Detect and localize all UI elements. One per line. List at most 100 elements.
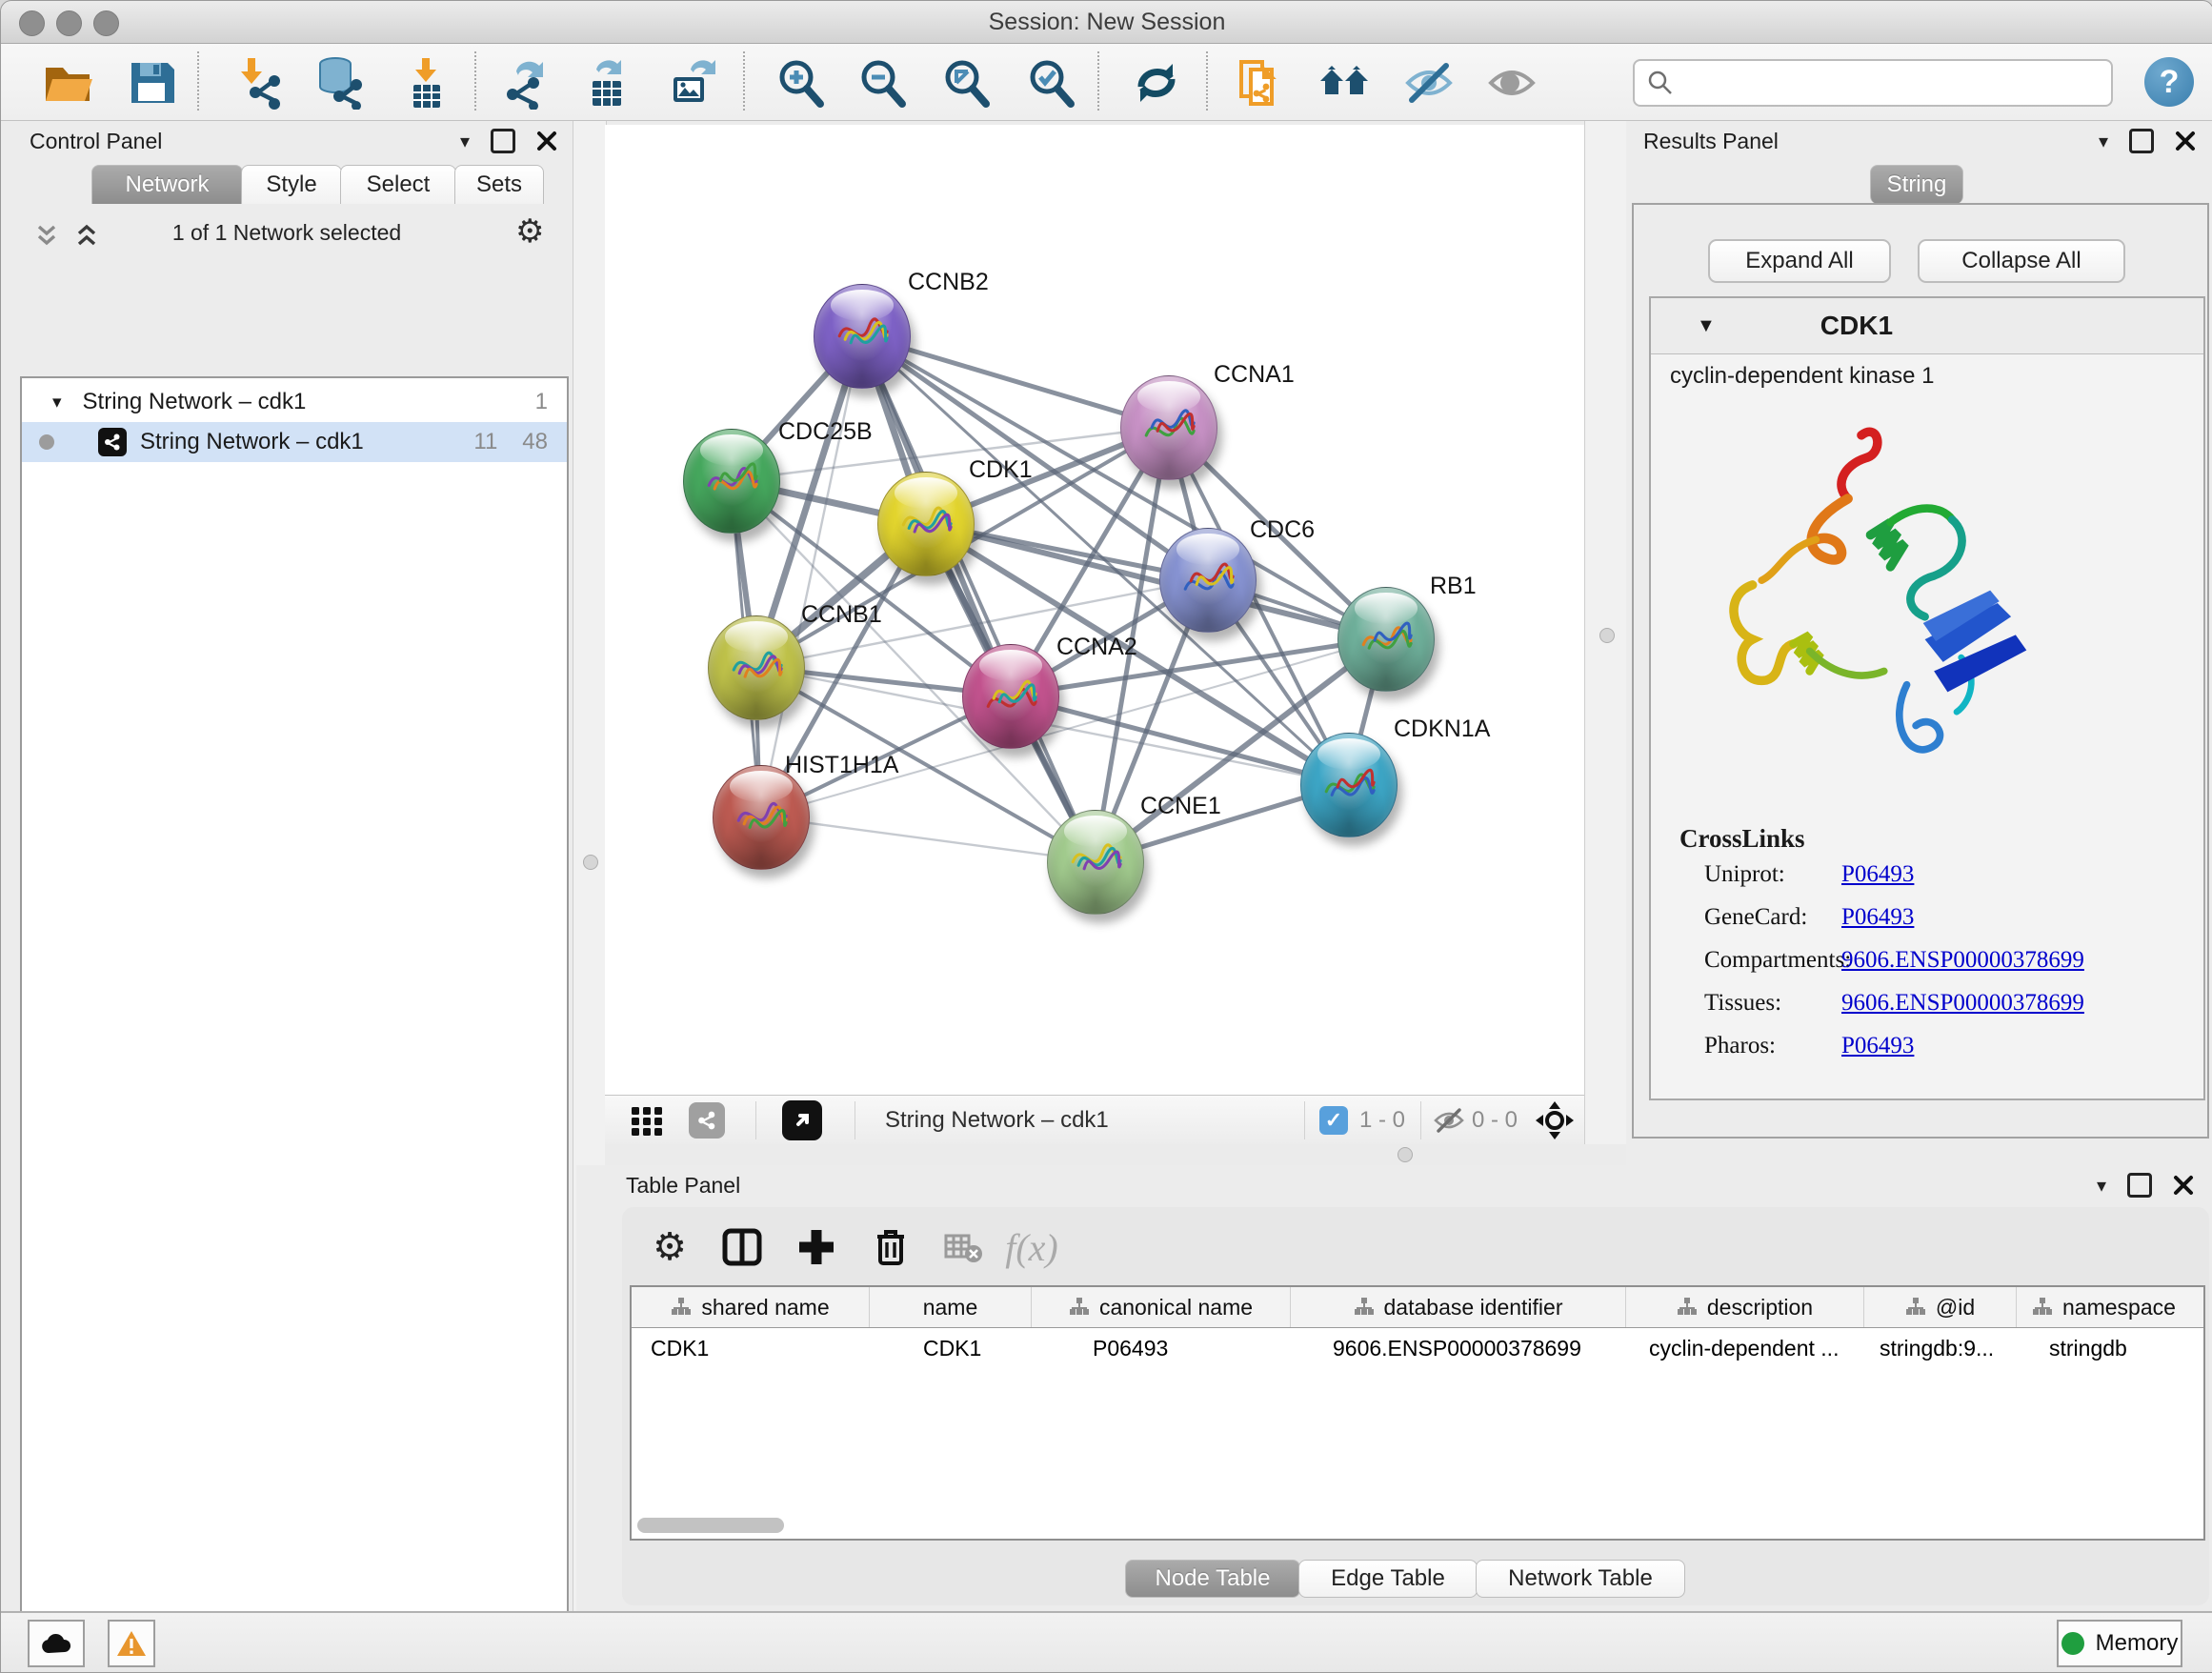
close-panel-icon[interactable] (2173, 1175, 2194, 1196)
network-options-gear-icon[interactable]: ⚙ (515, 212, 544, 251)
expand-all-button[interactable]: Expand All (1708, 239, 1891, 283)
zoom-out-icon[interactable] (855, 55, 911, 111)
network-node-ccna2[interactable] (962, 644, 1059, 749)
cell-description[interactable]: cyclin-dependent ... (1626, 1327, 1864, 1369)
export-image-icon[interactable] (665, 55, 720, 111)
warning-status-button[interactable] (108, 1620, 155, 1667)
cell-canonical-name[interactable]: P06493 (1032, 1327, 1291, 1369)
delete-table-icon[interactable] (936, 1220, 990, 1274)
import-network-database-icon[interactable] (312, 55, 367, 111)
cloud-status-button[interactable] (28, 1620, 85, 1667)
copy-style-documents-icon[interactable] (1233, 55, 1288, 111)
collapse-panel-icon[interactable]: ▾ (460, 130, 470, 153)
column-header-shared-name[interactable]: shared name (632, 1287, 870, 1327)
collapse-panel-icon[interactable]: ▾ (2097, 1174, 2106, 1198)
crosslink-uniprot-link[interactable]: P06493 (1841, 861, 1914, 888)
column-header-name[interactable]: name (870, 1287, 1032, 1327)
goto-network-icon[interactable] (782, 1101, 822, 1139)
show-columns-icon[interactable] (715, 1220, 769, 1274)
network-edge[interactable] (760, 816, 1095, 861)
network-node-ccna1[interactable] (1120, 375, 1217, 480)
import-network-file-icon[interactable] (231, 55, 287, 111)
network-row[interactable]: String Network – cdk1 11 48 (22, 422, 567, 462)
zoom-in-icon[interactable] (774, 55, 829, 111)
column-header-description[interactable]: description (1626, 1287, 1864, 1327)
network-edge[interactable] (760, 638, 1385, 816)
collapse-panel-icon[interactable]: ▾ (2099, 130, 2108, 153)
memory-button[interactable]: Memory (2057, 1620, 2182, 1667)
houses-icon[interactable] (1317, 55, 1373, 111)
network-canvas[interactable]: CCNB2CCNA1CDC25BCDK1CDC6RB1CCNB1CCNA2CDK… (605, 125, 1584, 1095)
network-node-hist1h1a[interactable] (713, 765, 810, 870)
float-panel-icon[interactable] (2127, 1173, 2152, 1198)
tab-select[interactable]: Select (340, 165, 456, 204)
splitter-handle[interactable] (583, 855, 598, 870)
tab-network[interactable]: Network (91, 165, 243, 204)
tab-string[interactable]: String (1870, 165, 1963, 204)
cell-database-identifier[interactable]: 9606.ENSP00000378699 (1291, 1327, 1626, 1369)
save-session-icon[interactable] (124, 55, 179, 111)
cell-id[interactable]: stringdb:9... (1864, 1327, 2017, 1369)
right-splitter[interactable] (1584, 121, 1627, 1165)
network-node-cdc25b[interactable] (683, 429, 780, 534)
close-panel-icon[interactable] (2175, 131, 2196, 151)
network-node-cdk1[interactable] (877, 472, 975, 576)
tab-network-table[interactable]: Network Table (1476, 1560, 1685, 1598)
network-node-ccne1[interactable] (1047, 810, 1144, 915)
crosslink-tissues-link[interactable]: 9606.ENSP00000378699 (1841, 990, 2084, 1017)
tab-sets[interactable]: Sets (454, 165, 544, 204)
column-header-canonical-name[interactable]: canonical name (1032, 1287, 1291, 1327)
show-graphics-details-icon[interactable] (1484, 55, 1539, 111)
splitter-handle[interactable] (1599, 628, 1615, 643)
network-node-cdkn1a[interactable] (1300, 733, 1398, 837)
cell-namespace[interactable]: stringdb (2017, 1327, 2205, 1369)
node-table[interactable]: shared name name canonical name database… (630, 1285, 2205, 1541)
import-table-file-icon[interactable] (399, 55, 454, 111)
tab-style[interactable]: Style (241, 165, 342, 204)
cell-name[interactable]: CDK1 (870, 1327, 1032, 1369)
zoom-fit-icon[interactable] (939, 55, 995, 111)
tree-expander-icon[interactable]: ▾ (52, 392, 62, 413)
crosslink-compartments-link[interactable]: 9606.ENSP00000378699 (1841, 947, 2084, 974)
function-builder-icon[interactable]: f(x) (1005, 1220, 1058, 1274)
export-table-icon[interactable] (580, 55, 635, 111)
table-options-gear-icon[interactable]: ⚙ (643, 1220, 696, 1274)
help-button[interactable]: ? (2144, 57, 2194, 107)
network-node-ccnb2[interactable] (814, 284, 911, 389)
network-edge[interactable] (861, 335, 1095, 861)
entry-header[interactable]: ▼ CDK1 (1651, 298, 2203, 354)
column-header-database-identifier[interactable]: database identifier (1291, 1287, 1626, 1327)
tab-node-table[interactable]: Node Table (1125, 1560, 1300, 1598)
splitter-handle[interactable] (1398, 1147, 1413, 1162)
zoom-selected-icon[interactable] (1024, 55, 1079, 111)
hidden-eye-slash-icon[interactable] (1432, 1101, 1466, 1139)
network-collection-row[interactable]: ▾ String Network – cdk1 1 (22, 382, 567, 422)
table-horizontal-scrollbar[interactable] (637, 1518, 784, 1533)
float-panel-icon[interactable] (2129, 129, 2154, 153)
column-header-namespace[interactable]: namespace (2017, 1287, 2205, 1327)
export-network-icon[interactable] (498, 55, 553, 111)
table-row[interactable]: CDK1 CDK1 P06493 9606.ENSP00000378699 cy… (632, 1327, 2205, 1369)
hide-graphics-details-icon[interactable] (1401, 55, 1457, 111)
search-box[interactable] (1633, 59, 2113, 107)
network-node-ccnb1[interactable] (708, 615, 805, 720)
crosslink-genecard-link[interactable]: P06493 (1841, 904, 1914, 931)
network-share-view-icon[interactable] (689, 1101, 725, 1139)
open-session-icon[interactable] (40, 55, 95, 111)
tab-edge-table[interactable]: Edge Table (1298, 1560, 1478, 1598)
entry-expander-icon[interactable]: ▼ (1697, 315, 1716, 337)
selected-checkbox-icon[interactable]: ✓ (1319, 1101, 1348, 1139)
crosslink-pharos-link[interactable]: P06493 (1841, 1033, 1914, 1059)
close-panel-icon[interactable] (536, 131, 557, 151)
grid-view-icon[interactable] (630, 1101, 664, 1139)
collapse-all-button[interactable]: Collapse All (1918, 239, 2125, 283)
network-edge[interactable] (760, 335, 861, 816)
column-header-id[interactable]: @id (1864, 1287, 2017, 1327)
create-column-plus-icon[interactable] (790, 1220, 843, 1274)
float-panel-icon[interactable] (491, 129, 515, 153)
network-node-rb1[interactable] (1337, 587, 1435, 692)
search-input[interactable] (1682, 69, 2111, 97)
delete-column-trash-icon[interactable] (864, 1220, 917, 1274)
birds-eye-view-icon[interactable] (1535, 1101, 1575, 1139)
network-node-cdc6[interactable] (1159, 528, 1257, 633)
